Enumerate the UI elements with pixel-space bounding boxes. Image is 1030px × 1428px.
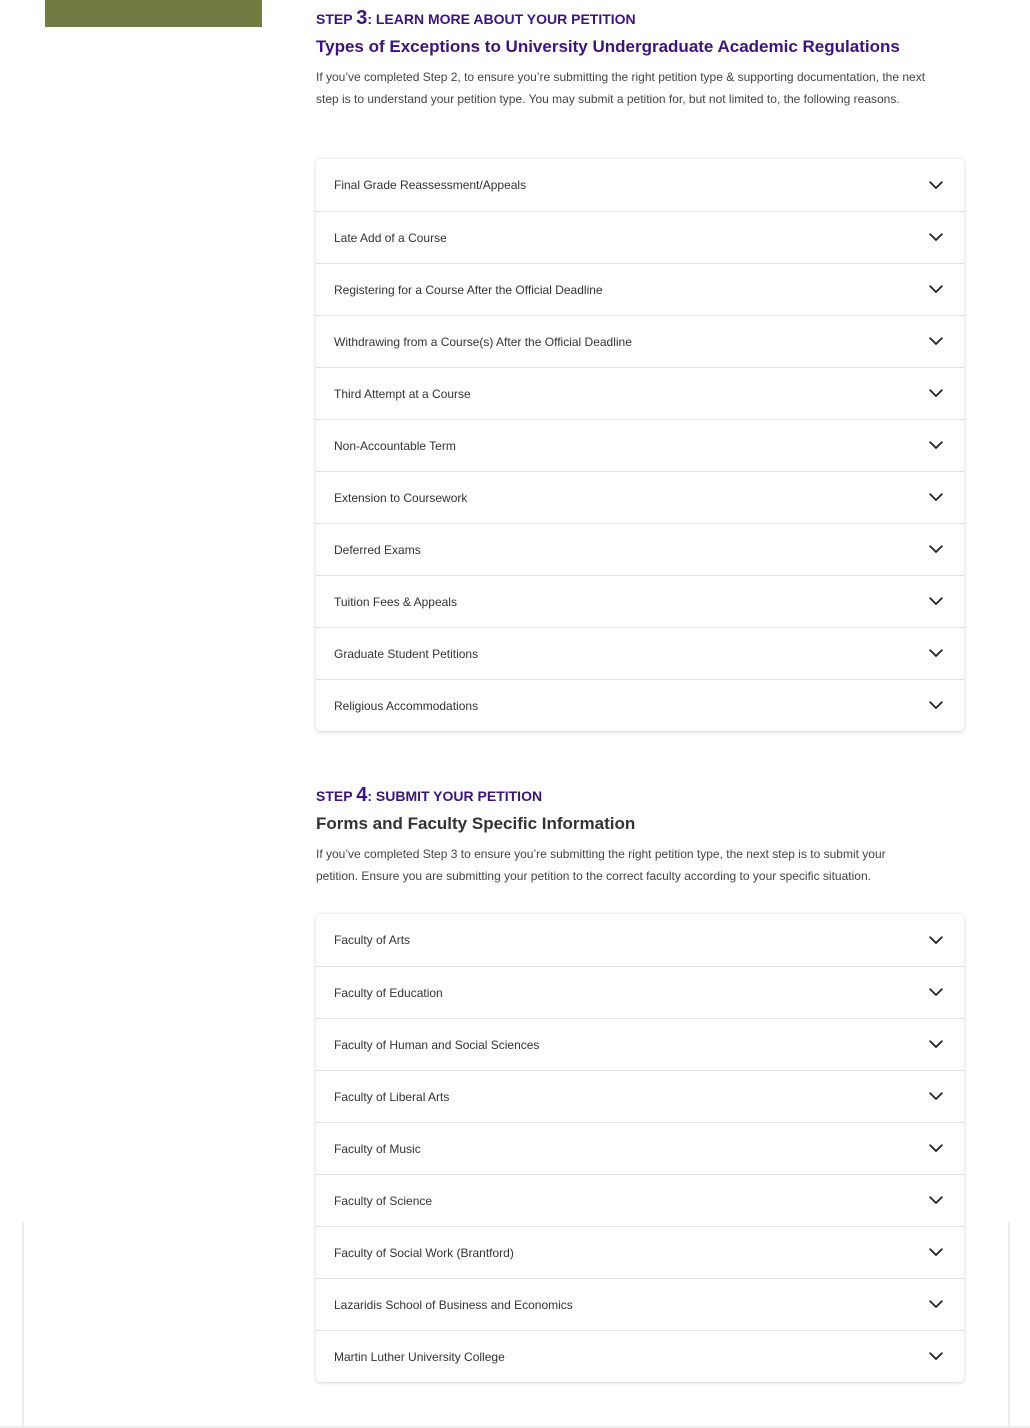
accordion-item-faculty-faculty-of-education[interactable]: Faculty of Education bbox=[316, 966, 964, 1018]
chevron-down-icon[interactable] bbox=[928, 1349, 944, 1365]
accordion-item-label: Final Grade Reassessment/Appeals bbox=[334, 178, 527, 192]
step3-heading-number: 3 bbox=[356, 7, 368, 29]
chevron-down-icon[interactable] bbox=[928, 490, 944, 506]
accordion-item-petition-type-extension-to-coursework[interactable]: Extension to Coursework bbox=[316, 471, 964, 523]
accordion-item-petition-type-late-add-of-a-course[interactable]: Late Add of a Course bbox=[316, 211, 964, 263]
accordion-item-label: Faculty of Liberal Arts bbox=[334, 1089, 450, 1104]
accordion-item-label: Deferred Exams bbox=[334, 542, 421, 557]
step3-section: Step 3: Learn more about your petition T… bbox=[316, 8, 964, 110]
step3-subheading: Types of Exceptions to University Underg… bbox=[316, 37, 900, 56]
chevron-down-icon[interactable] bbox=[928, 177, 944, 193]
step3-heading-prefix: Step bbox=[316, 11, 357, 27]
chevron-down-icon[interactable] bbox=[928, 1297, 944, 1313]
accordion-item-petition-type-final-grade-reassessment-appeals[interactable]: Final Grade Reassessment/Appeals bbox=[316, 159, 964, 211]
sidebar-color-block bbox=[45, 0, 262, 27]
accordion-item-faculty-lazaridis-school-of-business-and-economics[interactable]: Lazaridis School of Business and Economi… bbox=[316, 1278, 964, 1330]
accordion-item-petition-type-registering-for-a-course-after-the-official-deadline[interactable]: Registering for a Course After the Offic… bbox=[316, 263, 964, 315]
right-divider bbox=[1008, 1222, 1010, 1428]
chevron-down-icon[interactable] bbox=[928, 230, 944, 246]
accordion-item-label: Faculty of Social Work (Brantford) bbox=[334, 1245, 514, 1260]
accordion-item-label: Religious Accommodations bbox=[334, 698, 479, 713]
chevron-down-icon[interactable] bbox=[928, 282, 944, 298]
step4-heading: Step 4: Submit your petition bbox=[316, 785, 964, 806]
step3-accordion: Final Grade Reassessment/Appeals Late Add… bbox=[316, 159, 964, 731]
step4-heading-suffix: : Submit your petition bbox=[367, 788, 543, 804]
chevron-down-icon[interactable] bbox=[928, 386, 944, 402]
accordion-item-petition-type-withdrawing-from-a-course-s-after-the-official-deadline[interactable]: Withdrawing from a Course(s) After the O… bbox=[316, 315, 964, 367]
step4-heading-prefix: Step bbox=[316, 788, 357, 804]
chevron-down-icon[interactable] bbox=[928, 594, 944, 610]
accordion-item-label: Late Add of a Course bbox=[334, 230, 447, 245]
accordion-item-petition-type-non-accountable-term[interactable]: Non-Accountable Term bbox=[316, 419, 964, 471]
step4-subheading: Forms and Faculty Specific Information bbox=[316, 814, 636, 833]
chevron-down-icon[interactable] bbox=[928, 1193, 944, 1209]
accordion-item-label: Faculty of Music bbox=[334, 1141, 421, 1156]
step3-heading: Step 3: Learn more about your petition bbox=[316, 8, 964, 29]
chevron-down-icon[interactable] bbox=[928, 1037, 944, 1053]
accordion-item-faculty-faculty-of-music[interactable]: Faculty of Music bbox=[316, 1122, 964, 1174]
accordion-item-label: Faculty of Science bbox=[334, 1193, 433, 1208]
chevron-down-icon[interactable] bbox=[928, 542, 944, 558]
accordion-item-petition-type-deferred-exams[interactable]: Deferred Exams bbox=[316, 523, 964, 575]
accordion-item-faculty-faculty-of-liberal-arts[interactable]: Faculty of Liberal Arts bbox=[316, 1070, 964, 1122]
accordion-item-label: Martin Luther University College bbox=[334, 1349, 505, 1364]
accordion-item-label: Faculty of Education bbox=[334, 985, 443, 1000]
accordion-item-label: Lazaridis School of Business and Economi… bbox=[334, 1297, 573, 1312]
step4-section: Step 4: Submit your petition Forms and F… bbox=[316, 785, 964, 887]
chevron-down-icon[interactable] bbox=[928, 932, 944, 948]
accordion-item-label: Withdrawing from a Course(s) After the O… bbox=[334, 334, 632, 349]
chevron-down-icon[interactable] bbox=[928, 646, 944, 662]
chevron-down-icon[interactable] bbox=[928, 698, 944, 714]
accordion-item-label: Faculty of Human and Social Sciences bbox=[334, 1037, 540, 1052]
accordion-item-petition-type-religious-accommodations[interactable]: Religious Accommodations bbox=[316, 679, 964, 731]
accordion-item-faculty-faculty-of-social-work-brantford[interactable]: Faculty of Social Work (Brantford) bbox=[316, 1226, 964, 1278]
step4-accordion: Faculty of Arts Faculty of Education Facul… bbox=[316, 914, 964, 1382]
chevron-down-icon[interactable] bbox=[928, 1089, 944, 1105]
step4-heading-number: 4 bbox=[356, 784, 368, 806]
accordion-item-faculty-faculty-of-arts[interactable]: Faculty of Arts bbox=[316, 914, 964, 966]
accordion-item-petition-type-graduate-student-petitions[interactable]: Graduate Student Petitions bbox=[316, 627, 964, 679]
accordion-item-faculty-faculty-of-human-and-social-sciences[interactable]: Faculty of Human and Social Sciences bbox=[316, 1018, 964, 1070]
accordion-item-petition-type-tuition-fees-and-appeals[interactable]: Tuition Fees & Appeals bbox=[316, 575, 964, 627]
accordion-item-faculty-martin-luther-university-college[interactable]: Martin Luther University College bbox=[316, 1330, 964, 1382]
step4-intro: If you’ve completed Step 3 to ensure you… bbox=[316, 847, 886, 883]
chevron-down-icon[interactable] bbox=[928, 985, 944, 1001]
step3-intro: If you’ve completed Step 2, to ensure yo… bbox=[316, 70, 926, 106]
accordion-item-label: Extension to Coursework bbox=[334, 490, 468, 505]
chevron-down-icon[interactable] bbox=[928, 1245, 944, 1261]
accordion-item-label: Registering for a Course After the Offic… bbox=[334, 282, 603, 297]
step3-heading-suffix: : Learn more about your petition bbox=[367, 11, 636, 27]
accordion-item-label: Graduate Student Petitions bbox=[334, 646, 479, 661]
left-divider bbox=[22, 1222, 24, 1428]
chevron-down-icon[interactable] bbox=[928, 334, 944, 350]
chevron-down-icon[interactable] bbox=[928, 1141, 944, 1157]
chevron-down-icon[interactable] bbox=[928, 438, 944, 454]
accordion-item-label: Third Attempt at a Course bbox=[334, 386, 471, 401]
accordion-item-faculty-faculty-of-science[interactable]: Faculty of Science bbox=[316, 1174, 964, 1226]
accordion-item-label: Faculty of Arts bbox=[334, 933, 411, 947]
accordion-item-label: Non-Accountable Term bbox=[334, 438, 456, 453]
accordion-item-label: Tuition Fees & Appeals bbox=[334, 594, 457, 609]
accordion-item-petition-type-third-attempt-at-a-course[interactable]: Third Attempt at a Course bbox=[316, 367, 964, 419]
